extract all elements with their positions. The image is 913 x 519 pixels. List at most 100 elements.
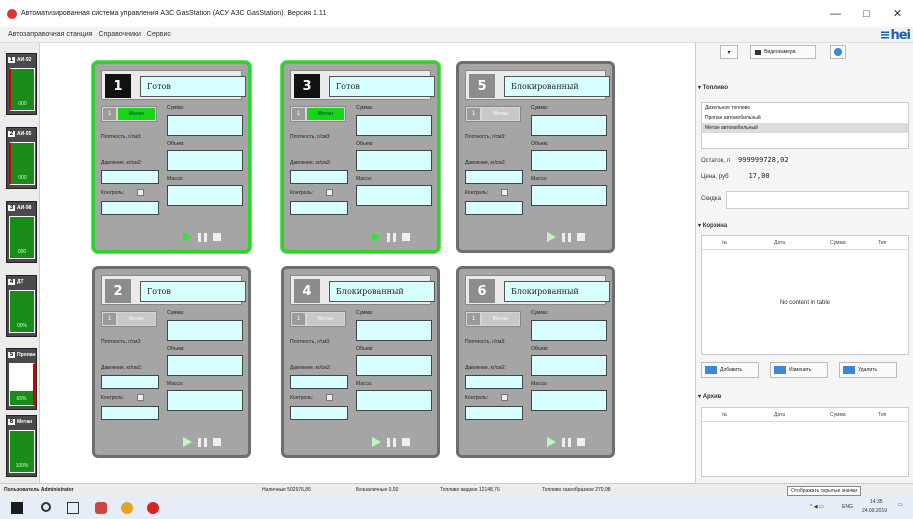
app-icon-red[interactable] bbox=[95, 502, 107, 514]
control-checkbox[interactable] bbox=[137, 394, 144, 401]
cart-table[interactable]: № Дата Сумма Тип No content in table bbox=[701, 235, 909, 355]
sum-field[interactable] bbox=[167, 320, 243, 341]
pause-icon[interactable] bbox=[562, 232, 571, 242]
minimize-button[interactable]: — bbox=[820, 0, 851, 27]
volume-field[interactable] bbox=[167, 355, 243, 376]
sum-field[interactable] bbox=[356, 115, 432, 136]
pressure-field[interactable] bbox=[290, 375, 348, 389]
mass-field[interactable] bbox=[356, 185, 432, 206]
maximize-button[interactable]: □ bbox=[851, 0, 882, 27]
globe-button[interactable] bbox=[830, 45, 846, 59]
play-icon[interactable] bbox=[183, 437, 192, 447]
language-indicator[interactable]: ENG bbox=[842, 504, 853, 510]
mass-field[interactable] bbox=[531, 390, 607, 411]
volume-field[interactable] bbox=[531, 150, 607, 171]
control-checkbox[interactable] bbox=[501, 394, 508, 401]
stop-icon[interactable] bbox=[213, 438, 221, 446]
sum-field[interactable] bbox=[356, 320, 432, 341]
close-button[interactable]: ✕ bbox=[882, 0, 913, 27]
fuel-selector[interactable]: 1 Метан bbox=[101, 311, 157, 327]
tray-icons[interactable]: ^ ◀ ▭ bbox=[810, 504, 824, 510]
opera-icon[interactable] bbox=[147, 502, 159, 514]
sum-field[interactable] bbox=[167, 115, 243, 136]
add-button[interactable]: Добавить bbox=[701, 362, 759, 378]
archive-section-header[interactable]: ▾ Архив bbox=[698, 393, 912, 400]
sum-field[interactable] bbox=[531, 115, 607, 136]
control-checkbox[interactable] bbox=[501, 189, 508, 196]
fuel-selector[interactable]: 1 Метан bbox=[290, 106, 346, 122]
menu-station[interactable]: Автозаправочная станция bbox=[8, 31, 92, 38]
fuel-list-item-selected[interactable]: Метан автомобильный bbox=[702, 123, 908, 133]
pressure-field[interactable] bbox=[465, 170, 523, 184]
stop-icon[interactable] bbox=[577, 438, 585, 446]
fuel-section-header[interactable]: ▾ Топливо bbox=[698, 84, 912, 91]
fuel-selector[interactable]: 1 Метан bbox=[101, 106, 157, 122]
tank-4[interactable]: 4 ДТ 00% bbox=[6, 275, 37, 337]
dispenser-panel-6[interactable]: 6 Блокированный 1 Метан Сумма: Плотность… bbox=[456, 266, 615, 458]
pressure-field[interactable] bbox=[101, 170, 159, 184]
control-checkbox[interactable] bbox=[137, 189, 144, 196]
mass-field[interactable] bbox=[356, 390, 432, 411]
pause-icon[interactable] bbox=[387, 437, 396, 447]
fuel-list[interactable]: Дизельное топливо Пропан автомобильный М… bbox=[701, 102, 909, 149]
dispenser-panel-5[interactable]: 5 Блокированный 1 Метан Сумма: Плотность… bbox=[456, 61, 615, 253]
dispenser-panel-3[interactable]: 3 Готов 1 Метан Сумма: Плотность, г/см3:… bbox=[281, 61, 440, 253]
clock-time[interactable]: 14:35 bbox=[870, 499, 883, 505]
control-field[interactable] bbox=[101, 406, 159, 420]
pause-icon[interactable] bbox=[198, 437, 207, 447]
tank-3[interactable]: 3 АИ-98 000 bbox=[6, 201, 37, 263]
control-field[interactable] bbox=[101, 201, 159, 215]
pressure-field[interactable] bbox=[465, 375, 523, 389]
dropdown-button[interactable]: ▾ bbox=[720, 45, 738, 59]
fuel-selector[interactable]: 1 Метан bbox=[290, 311, 346, 327]
pause-icon[interactable] bbox=[562, 437, 571, 447]
pause-icon[interactable] bbox=[387, 232, 396, 242]
fuel-list-item[interactable]: Дизельное топливо bbox=[702, 103, 908, 113]
stop-icon[interactable] bbox=[402, 438, 410, 446]
delete-button[interactable]: Удалить bbox=[839, 362, 897, 378]
play-icon[interactable] bbox=[547, 232, 556, 242]
start-icon[interactable] bbox=[11, 502, 23, 514]
play-icon[interactable] bbox=[372, 437, 381, 447]
stop-icon[interactable] bbox=[213, 233, 221, 241]
pause-icon[interactable] bbox=[198, 232, 207, 242]
dispenser-panel-1[interactable]: 1 Готов 1 Метан Сумма: Плотность, г/см3:… bbox=[92, 61, 251, 253]
control-field[interactable] bbox=[290, 406, 348, 420]
play-icon[interactable] bbox=[372, 232, 381, 242]
tank-2[interactable]: 2 АИ-95 000 bbox=[6, 127, 37, 189]
control-checkbox[interactable] bbox=[326, 189, 333, 196]
volume-field[interactable] bbox=[356, 355, 432, 376]
discount-input[interactable] bbox=[726, 191, 909, 209]
tank-6[interactable]: 6 Метан 100% bbox=[6, 415, 37, 477]
volume-field[interactable] bbox=[356, 150, 432, 171]
dispenser-panel-4[interactable]: 4 Блокированный 1 Метан Сумма: Плотность… bbox=[281, 266, 440, 458]
menu-references[interactable]: Справочники bbox=[98, 31, 140, 38]
mass-field[interactable] bbox=[167, 390, 243, 411]
pressure-field[interactable] bbox=[101, 375, 159, 389]
stop-icon[interactable] bbox=[577, 233, 585, 241]
task-view-icon[interactable] bbox=[67, 502, 79, 514]
tank-5[interactable]: 5 Пропан 65% bbox=[6, 348, 37, 410]
camera-button[interactable]: Видеокамера bbox=[750, 45, 816, 59]
control-field[interactable] bbox=[465, 201, 523, 215]
stop-icon[interactable] bbox=[402, 233, 410, 241]
control-field[interactable] bbox=[290, 201, 348, 215]
mass-field[interactable] bbox=[167, 185, 243, 206]
play-icon[interactable] bbox=[183, 232, 192, 242]
fuel-selector[interactable]: 1 Метан bbox=[465, 106, 521, 122]
sum-field[interactable] bbox=[531, 320, 607, 341]
chrome-icon[interactable] bbox=[121, 502, 133, 514]
fuel-list-item[interactable]: Пропан автомобильный bbox=[702, 113, 908, 123]
notifications-icon[interactable]: ▭ bbox=[898, 502, 903, 508]
pressure-field[interactable] bbox=[290, 170, 348, 184]
clock-date[interactable]: 24.09.2019 bbox=[862, 508, 887, 514]
edit-button[interactable]: Изменить bbox=[770, 362, 828, 378]
mass-field[interactable] bbox=[531, 185, 607, 206]
dispenser-panel-2[interactable]: 2 Готов 1 Метан Сумма: Плотность, г/см3:… bbox=[92, 266, 251, 458]
play-icon[interactable] bbox=[547, 437, 556, 447]
cart-section-header[interactable]: ▾ Корзина bbox=[698, 222, 912, 229]
volume-field[interactable] bbox=[531, 355, 607, 376]
volume-field[interactable] bbox=[167, 150, 243, 171]
control-checkbox[interactable] bbox=[326, 394, 333, 401]
control-field[interactable] bbox=[465, 406, 523, 420]
